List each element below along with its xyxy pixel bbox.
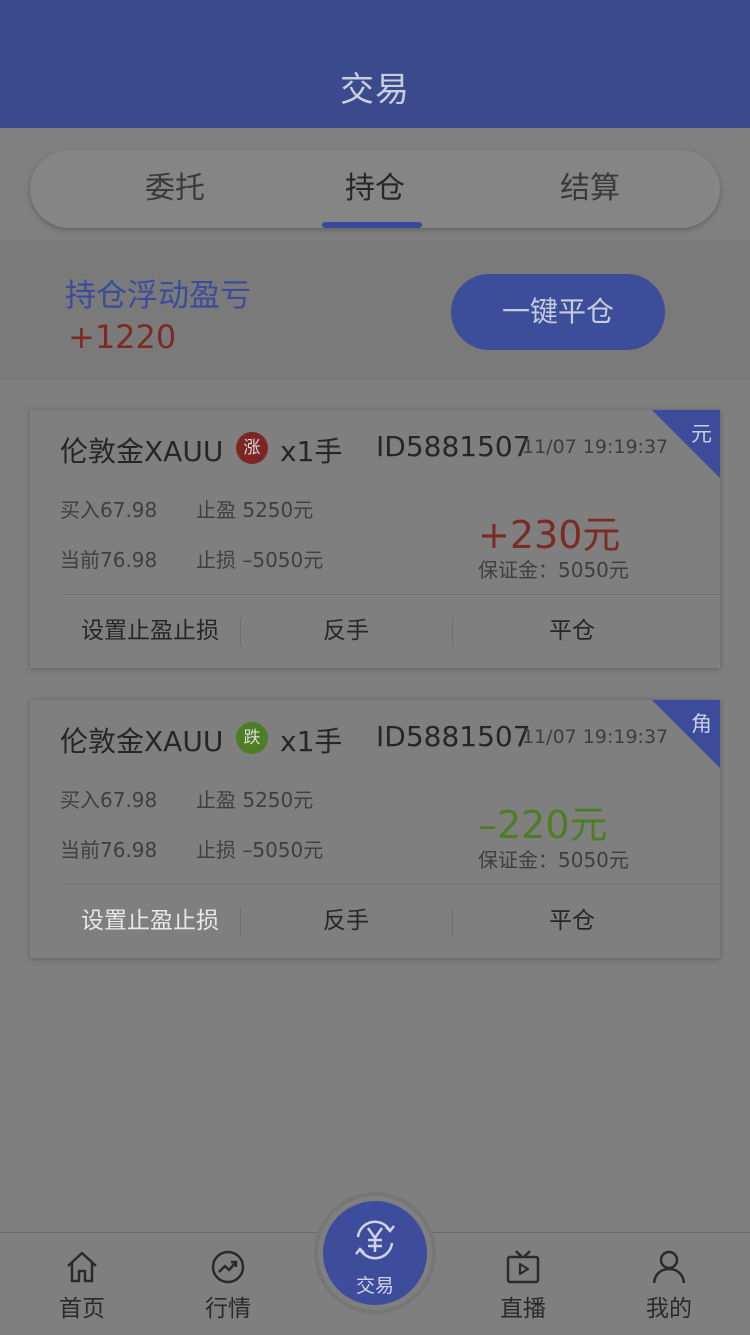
- user-icon: [652, 1250, 686, 1284]
- header-bar: 交易: [0, 0, 750, 128]
- nav-live-label: 直播: [500, 1296, 546, 1322]
- close-all-button[interactable]: 一键平仓: [451, 274, 665, 350]
- floating-pnl-label: 持仓浮动盈亏: [65, 278, 251, 314]
- current-price: 当前76.98: [60, 838, 158, 862]
- lot-size: x1手: [280, 435, 343, 468]
- stop-loss: 止损 –5050元: [196, 838, 324, 862]
- buy-price: 买入67.98: [60, 788, 158, 812]
- nav-trade-label: 交易: [355, 1275, 394, 1297]
- unit-tag: 角: [691, 712, 712, 736]
- order-id: ID5881507: [376, 720, 531, 753]
- home-icon: [67, 1251, 97, 1283]
- active-tab-indicator: [322, 222, 422, 228]
- order-id: ID5881507: [376, 430, 531, 463]
- floating-pnl-value: +1220: [68, 318, 177, 356]
- reverse-button[interactable]: 反手: [240, 884, 452, 958]
- close-position-button[interactable]: 平仓: [452, 884, 692, 958]
- nav-home-label: 首页: [59, 1296, 105, 1322]
- close-position-button[interactable]: 平仓: [452, 594, 692, 668]
- take-profit: 止盈 5250元: [196, 788, 314, 812]
- tab-positions[interactable]: 持仓: [300, 150, 450, 228]
- tab-settlement[interactable]: 结算: [510, 150, 670, 228]
- position-pnl: +230元: [478, 513, 621, 557]
- nav-trade[interactable]: 交易: [318, 1196, 432, 1310]
- take-profit: 止盈 5250元: [196, 498, 314, 522]
- segmented-tabs: 委托 持仓 结算: [30, 150, 720, 228]
- rise-badge: 涨: [236, 432, 268, 464]
- tv-play-icon: [506, 1250, 540, 1284]
- position-pnl: –220元: [478, 803, 608, 847]
- current-price: 当前76.98: [60, 548, 158, 572]
- floating-pnl-summary: 持仓浮动盈亏 +1220 一键平仓: [0, 240, 750, 380]
- nav-live[interactable]: 直播: [468, 1233, 578, 1335]
- unit-tag: 元: [691, 422, 712, 446]
- position-card: 角 伦敦金XAUU 跌 x1手 ID5881507 11/07 19:19:37…: [30, 700, 720, 958]
- nav-market[interactable]: 行情: [173, 1233, 283, 1335]
- nav-market-label: 行情: [205, 1296, 251, 1322]
- page-title: 交易: [340, 70, 410, 110]
- nav-me[interactable]: 我的: [614, 1233, 724, 1335]
- lot-size: x1手: [280, 725, 343, 758]
- nav-home[interactable]: 首页: [27, 1233, 137, 1335]
- tab-orders[interactable]: 委托: [100, 150, 250, 228]
- set-tp-sl-button[interactable]: 设置止盈止损: [60, 884, 240, 958]
- product-name: 伦敦金XAUU: [60, 725, 224, 758]
- buy-price: 买入67.98: [60, 498, 158, 522]
- margin-amount: 保证金：5050元: [478, 848, 629, 872]
- product-name: 伦敦金XAUU: [60, 435, 224, 468]
- stop-loss: 止损 –5050元: [196, 548, 324, 572]
- tab-area: 委托 持仓 结算: [0, 128, 750, 240]
- fall-badge: 跌: [236, 722, 268, 754]
- reverse-button[interactable]: 反手: [240, 594, 452, 668]
- order-time: 11/07 19:19:37: [522, 436, 669, 458]
- yen-exchange-icon: [355, 1220, 395, 1260]
- market-trend-icon: [211, 1250, 245, 1284]
- order-time: 11/07 19:19:37: [522, 726, 669, 748]
- nav-me-label: 我的: [646, 1296, 692, 1322]
- nav-trade-circle: 交易: [323, 1201, 427, 1305]
- set-tp-sl-button[interactable]: 设置止盈止损: [60, 594, 240, 668]
- margin-amount: 保证金：5050元: [478, 558, 629, 582]
- position-card: 元 伦敦金XAUU 涨 x1手 ID5881507 11/07 19:19:37…: [30, 410, 720, 668]
